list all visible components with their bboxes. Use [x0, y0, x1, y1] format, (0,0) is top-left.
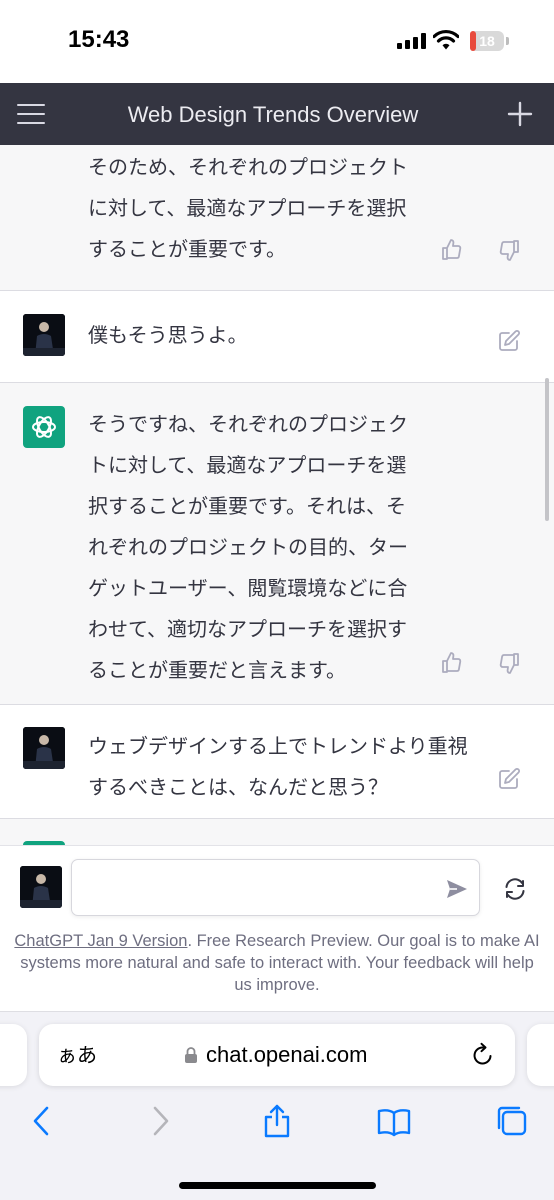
battery-cap	[506, 37, 509, 45]
thumbs-up-icon[interactable]	[440, 651, 464, 675]
message-text: そのため、それぞれのプロジェクト に対して、最適なアプローチを選択 することが重…	[88, 155, 408, 261]
prompt-box[interactable]	[71, 859, 480, 916]
edit-icon[interactable]	[497, 329, 521, 353]
message-text: ウェブデザインする上でトレンドより重視 するべきことは、なんだと思う？	[88, 734, 468, 799]
input-area: ChatGPT Jan 9 Version. Free Research Pre…	[0, 845, 554, 1011]
share-icon[interactable]	[260, 1104, 294, 1138]
assistant-message: そうですね、それぞれのプロジェク トに対して、最適なアプローチを選 択することが…	[0, 383, 554, 705]
wifi-icon	[433, 29, 459, 50]
chat-thread[interactable]: そのため、それぞれのプロジェクト に対して、最適なアプローチを選択 することが重…	[0, 145, 554, 845]
message-text: そうですね、それぞれのプロジェク トに対して、最適なアプローチを選 択することが…	[88, 412, 408, 682]
user-message: 僕もそう思うよ。	[0, 291, 554, 383]
bookmarks-icon[interactable]	[377, 1104, 411, 1138]
user-message: ウェブデザインする上でトレンドより重視 するべきことは、なんだと思う？	[0, 705, 554, 819]
chatgpt-logo-icon	[23, 406, 65, 448]
plus-icon[interactable]	[507, 101, 533, 127]
battery-level: 18	[479, 33, 495, 49]
user-avatar	[23, 314, 65, 356]
app-header: Web Design Trends Overview	[0, 83, 554, 145]
disclaimer-text: ChatGPT Jan 9 Version. Free Research Pre…	[14, 932, 540, 994]
send-icon[interactable]	[445, 878, 469, 900]
conversation-title: Web Design Trends Overview	[127, 102, 419, 127]
assistant-message: そのため、それぞれのプロジェクト に対して、最適なアプローチを選択 することが重…	[0, 145, 554, 291]
scrollbar-thumb[interactable]	[545, 378, 549, 521]
message-text: 僕もそう思うよ。	[88, 323, 248, 347]
tabs-icon[interactable]	[495, 1104, 529, 1138]
back-icon[interactable]	[25, 1104, 59, 1138]
status-bar: 15:43 18	[0, 0, 554, 83]
page-settings-button[interactable]: ぁあ	[57, 1024, 97, 1086]
user-avatar	[20, 866, 62, 908]
thumbs-down-icon[interactable]	[497, 238, 521, 262]
thumbs-down-icon[interactable]	[497, 651, 521, 675]
lock-icon	[185, 1047, 197, 1063]
status-time: 15:43	[68, 26, 130, 53]
forward-icon[interactable]	[143, 1104, 177, 1138]
previous-tab-preview[interactable]	[0, 1024, 27, 1086]
next-tab-preview[interactable]	[527, 1024, 554, 1086]
cellular-signal-icon	[397, 33, 427, 49]
battery-icon: 18	[470, 31, 504, 51]
regenerate-icon[interactable]	[502, 876, 528, 902]
address-bar[interactable]: ぁあ chat.openai.com	[39, 1024, 515, 1086]
edit-icon[interactable]	[497, 767, 521, 791]
user-avatar	[23, 727, 65, 769]
assistant-message	[0, 819, 554, 845]
reload-icon[interactable]	[470, 1042, 496, 1068]
hamburger-menu-icon[interactable]	[17, 103, 47, 125]
browser-toolbar: ぁあ chat.openai.com	[0, 1011, 554, 1200]
prompt-input[interactable]	[86, 872, 426, 904]
home-indicator	[179, 1182, 376, 1189]
url-text: chat.openai.com	[206, 1042, 368, 1067]
version-link[interactable]: ChatGPT Jan 9 Version	[14, 932, 187, 950]
thumbs-up-icon[interactable]	[440, 238, 464, 262]
